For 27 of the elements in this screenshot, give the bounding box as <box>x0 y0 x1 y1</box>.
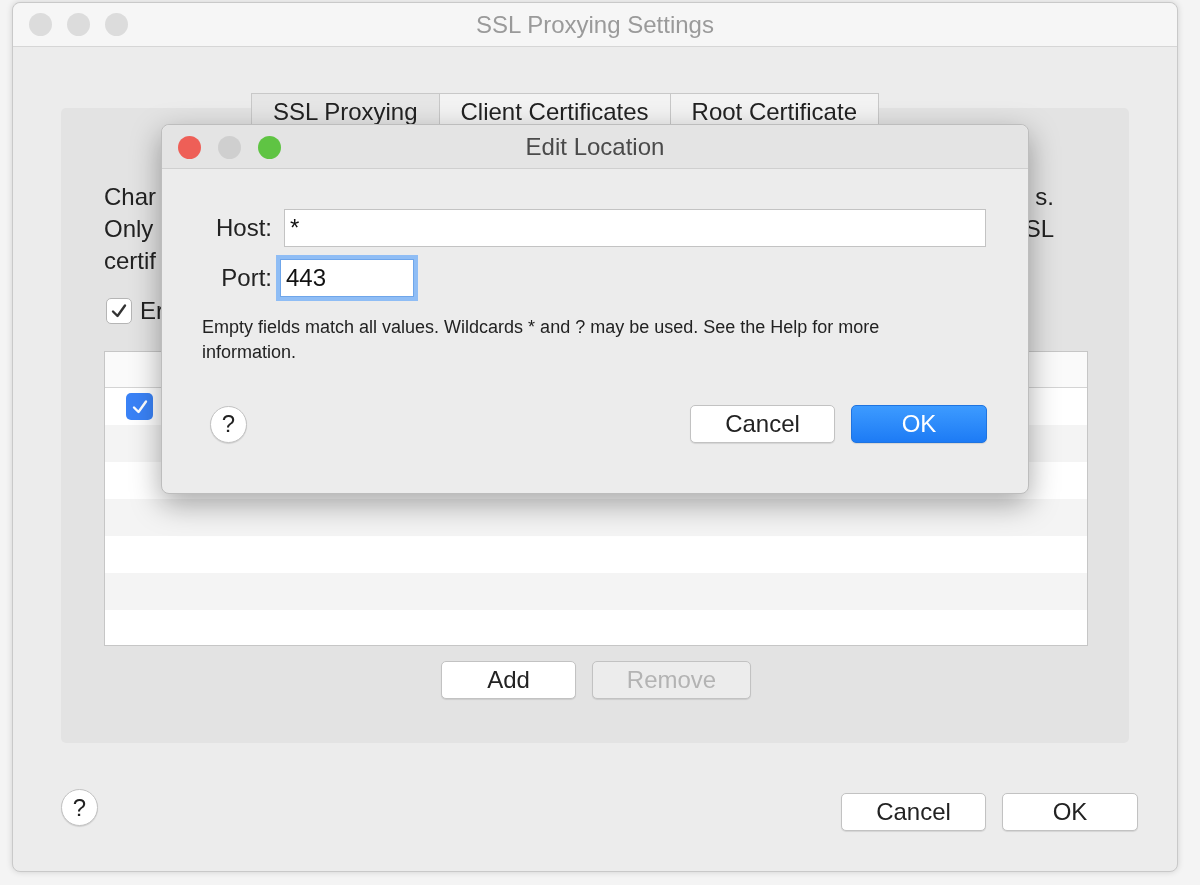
cancel-button[interactable]: Cancel <box>690 405 835 443</box>
window-title: SSL Proxying Settings <box>476 10 714 40</box>
checkmark-icon <box>130 397 149 416</box>
description-text: Only <box>104 214 154 244</box>
cancel-button[interactable]: Cancel <box>841 793 986 831</box>
host-field[interactable]: * <box>284 209 986 247</box>
description-text: s. <box>1035 182 1054 212</box>
window-control-icon[interactable] <box>258 136 281 159</box>
help-button[interactable]: ? <box>61 789 98 826</box>
checkbox[interactable] <box>126 393 153 420</box>
window-control-icon[interactable] <box>29 13 52 36</box>
description-text: certif <box>104 246 156 276</box>
hint-text: Empty fields match all values. Wildcards * and ? may be used. See the Help for more information. <box>202 316 881 364</box>
checkbox-label: Er <box>140 296 164 326</box>
field-label: Port: <box>220 263 272 293</box>
add-button[interactable]: Add <box>441 661 576 699</box>
help-button[interactable]: ? <box>210 405 247 443</box>
window-control-icon[interactable] <box>105 13 128 36</box>
ok-button[interactable]: OK <box>1002 793 1138 831</box>
window-control-icon[interactable] <box>67 13 90 36</box>
window-control-icon[interactable] <box>178 136 201 159</box>
checkbox[interactable] <box>106 298 132 324</box>
checkmark-icon <box>110 302 128 320</box>
port-field[interactable]: 443 <box>280 259 414 297</box>
description-text: Char <box>104 182 157 212</box>
field-label: Host: <box>215 213 272 243</box>
dialog-title: Edit Location <box>525 132 665 162</box>
